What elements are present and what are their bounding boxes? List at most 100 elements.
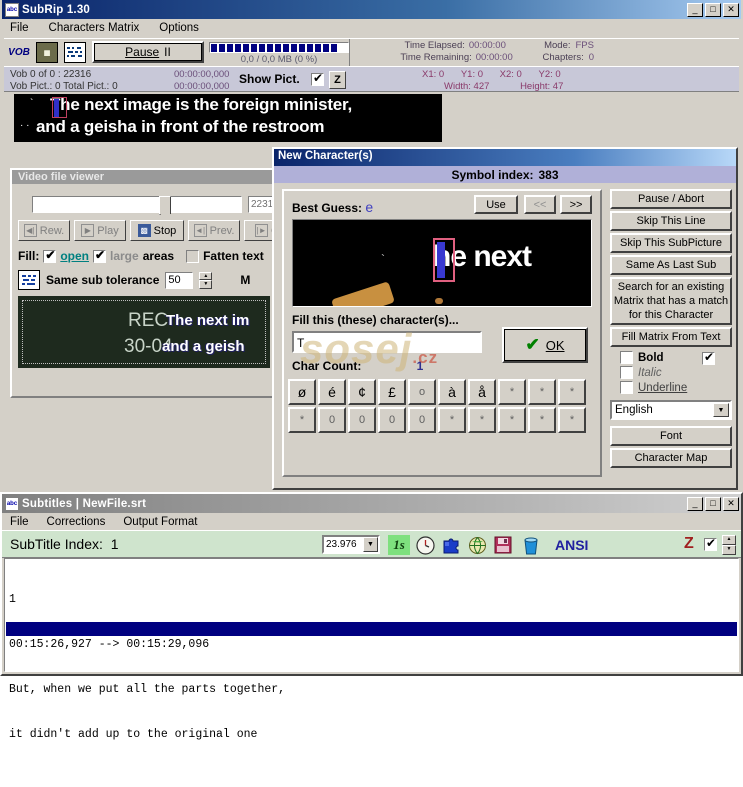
char-cell[interactable]: * <box>498 379 526 405</box>
fatten-text-checkbox[interactable] <box>186 250 199 263</box>
underline-label: Underline <box>638 382 687 394</box>
show-pict-checkbox[interactable] <box>311 73 324 86</box>
char-cell[interactable]: * <box>528 379 556 405</box>
fill-character-input[interactable]: T <box>292 331 482 353</box>
search-line-2: Matrix that has a match <box>614 294 728 308</box>
z-checkbox[interactable] <box>704 538 717 551</box>
char-cell[interactable]: 0 <box>348 407 376 433</box>
special-character-grid: ø é ¢ £ o à å * * * * 0 0 <box>288 379 596 435</box>
fps-chevron-down-icon[interactable]: ▼ <box>363 537 378 552</box>
tolerance-spinner[interactable]: ▲▼ <box>199 272 212 289</box>
fill-options-row: Fill: open large areas Fatten text <box>18 249 264 263</box>
menu-item-options[interactable]: Options <box>157 21 201 35</box>
index-spinner[interactable]: ▲▼ <box>722 535 736 555</box>
char-cell[interactable]: * <box>558 379 586 405</box>
matrix-icon[interactable] <box>18 270 40 290</box>
puzzle-icon[interactable] <box>440 535 462 555</box>
extra-checkbox[interactable] <box>702 352 715 365</box>
char-cell[interactable]: £ <box>378 379 406 405</box>
stop-button[interactable]: ▩ Stop <box>130 220 184 241</box>
sub-minimize-button[interactable]: _ <box>687 497 703 511</box>
language-select[interactable]: English ▼ <box>610 400 732 420</box>
bold-checkbox[interactable] <box>620 351 633 364</box>
skip-this-line-button[interactable]: Skip This Line <box>610 211 732 231</box>
encoding-label: ANSI <box>555 537 588 553</box>
trash-icon-glyph <box>522 536 540 555</box>
char-cell[interactable]: o <box>408 379 436 405</box>
char-cell[interactable]: ø <box>288 379 316 405</box>
char-cell[interactable]: é <box>318 379 346 405</box>
italic-checkbox[interactable] <box>620 366 633 379</box>
fill-open-checkbox[interactable] <box>43 250 56 263</box>
char-cell[interactable]: à <box>438 379 466 405</box>
sub-maximize-button[interactable]: □ <box>705 497 721 511</box>
trash-icon[interactable] <box>520 535 542 555</box>
char-cell[interactable]: * <box>288 407 316 433</box>
fps-select[interactable]: 23.976 ▼ <box>322 535 380 554</box>
pause-button[interactable]: Pause II <box>92 41 204 63</box>
fill-large-checkbox[interactable] <box>93 250 106 263</box>
preview-subtitle-2: and a geish <box>162 338 245 355</box>
search-existing-matrix-button[interactable]: Search for an existing Matrix that has a… <box>610 277 732 325</box>
pause-abort-button[interactable]: Pause / Abort <box>610 189 732 209</box>
menu-item-characters-matrix[interactable]: Characters Matrix <box>47 21 142 35</box>
sub-menu-output-format[interactable]: Output Format <box>123 516 197 528</box>
menu-item-file[interactable]: File <box>8 21 31 35</box>
subrip-application: abc SubRip 1.30 _ □ ✕ File Characters Ma… <box>0 0 743 676</box>
fill-matrix-from-text-button[interactable]: Fill Matrix From Text <box>610 327 732 347</box>
underline-checkbox[interactable] <box>620 381 633 394</box>
subtitle-index-value: 1 <box>111 536 119 552</box>
previous-guess-button[interactable]: << <box>524 195 556 214</box>
video-position-slider[interactable] <box>32 196 242 213</box>
best-guess-label: Best Guess: <box>292 201 362 215</box>
symbol-index-row: Symbol index: 383 <box>274 166 736 183</box>
bitmap-icon[interactable] <box>64 42 86 63</box>
font-button[interactable]: Font <box>610 426 732 446</box>
sub-menu-corrections[interactable]: Corrections <box>47 516 106 528</box>
character-map-button[interactable]: Character Map <box>610 448 732 468</box>
rewind-button[interactable]: ◀| Rew. <box>18 220 70 241</box>
z-label[interactable]: Z <box>684 535 694 553</box>
same-sub-tolerance-input[interactable]: 50 <box>165 272 193 289</box>
video-preview[interactable]: REC 30-04 The next im and a geish <box>18 296 270 368</box>
show-pict-label: Show Pict. <box>239 72 300 86</box>
play-button[interactable]: ▶ Play <box>74 220 126 241</box>
skip-this-subpicture-button[interactable]: Skip This SubPicture <box>610 233 732 253</box>
subtitle-bitmap-preview[interactable]: ` · · The next image is the foreign mini… <box>14 94 442 142</box>
char-cell[interactable]: * <box>498 407 526 433</box>
subtitle-text-area[interactable]: 1 00:15:26,927 --> 00:15:29,096 But, whe… <box>4 558 739 672</box>
char-cell[interactable]: 0 <box>318 407 346 433</box>
chevron-down-icon[interactable]: ▼ <box>713 403 729 417</box>
char-cell[interactable]: ¢ <box>348 379 376 405</box>
close-button[interactable]: ✕ <box>723 3 739 17</box>
next-guess-button[interactable]: >> <box>560 195 592 214</box>
char-cell[interactable]: * <box>468 407 496 433</box>
char-cell[interactable]: 0 <box>378 407 406 433</box>
minimize-button[interactable]: _ <box>687 3 703 17</box>
char-cell[interactable]: * <box>438 407 466 433</box>
ok-button[interactable]: ✔ OK <box>502 327 588 363</box>
save-icon[interactable] <box>492 535 514 555</box>
z-toggle-button[interactable]: Z <box>329 71 346 89</box>
prev-button[interactable]: ◄| Prev. <box>188 220 240 241</box>
char-count-value: 1 <box>417 359 424 373</box>
pause-button-label: Pause <box>125 45 159 59</box>
char-cell[interactable]: 0 <box>408 407 436 433</box>
char-cell[interactable]: * <box>558 407 586 433</box>
film-icon[interactable]: ▦ <box>36 42 58 63</box>
char-cell[interactable]: * <box>528 407 556 433</box>
checkmark-icon: ✔ <box>525 335 539 355</box>
same-as-last-sub-button[interactable]: Same As Last Sub <box>610 255 732 275</box>
use-button[interactable]: Use <box>474 195 518 214</box>
sub-close-button[interactable]: ✕ <box>723 497 739 511</box>
sub-menu-file[interactable]: File <box>10 516 29 528</box>
clock-icon[interactable] <box>414 535 436 555</box>
fill-open-label[interactable]: open <box>60 249 89 263</box>
vob-icon[interactable]: VOB <box>8 42 30 63</box>
1s-icon[interactable]: 1s <box>388 535 410 555</box>
slider-thumb[interactable] <box>159 196 171 215</box>
char-cell[interactable]: å <box>468 379 496 405</box>
maximize-button[interactable]: □ <box>705 3 721 17</box>
globe-icon[interactable] <box>466 535 488 555</box>
dialog-right-pane: Pause / Abort Skip This Line Skip This S… <box>610 189 732 470</box>
